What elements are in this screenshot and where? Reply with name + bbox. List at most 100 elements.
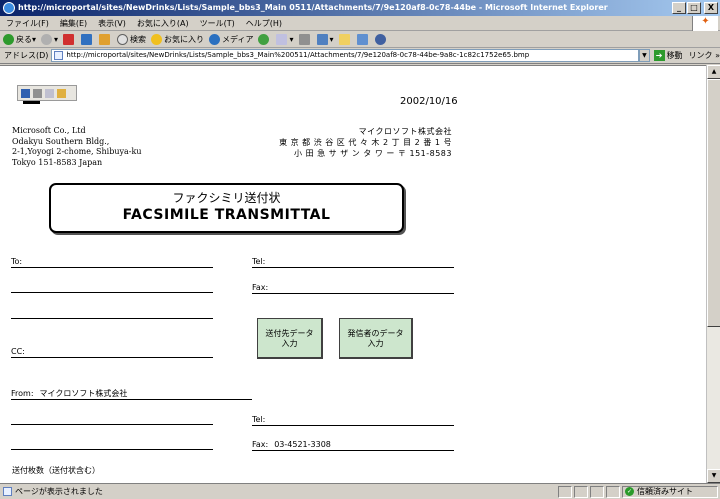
forward-button[interactable]: ▾ — [41, 33, 58, 45]
stop-button[interactable] — [63, 33, 76, 45]
security-zone[interactable]: ✓ 信頼済みサイト — [622, 485, 718, 498]
mail-icon[interactable] — [45, 88, 54, 98]
windows-logo-icon: ✦ — [692, 16, 718, 31]
media-label: メディア — [222, 34, 254, 44]
addr-en-line: Odakyu Southern Bldg., — [12, 136, 110, 146]
status-message: ページが表示されました — [3, 486, 558, 497]
go-button[interactable]: ➔ 移動 — [653, 50, 683, 61]
stop-icon — [63, 33, 75, 45]
from-field-line-3[interactable] — [11, 440, 213, 450]
to-label: To: — [11, 257, 23, 266]
sender-data-button[interactable]: 発信者のデータ 入力 — [339, 318, 413, 359]
edit-button[interactable]: ▾ — [316, 33, 334, 45]
messenger-icon — [356, 33, 368, 45]
maximize-button[interactable]: □ — [687, 2, 701, 14]
back-arrow-icon — [3, 33, 14, 45]
messenger-button[interactable] — [356, 33, 370, 45]
go-label: 移動 — [666, 51, 683, 60]
menu-favorites[interactable]: お気に入り(A) — [137, 18, 189, 29]
page-content: 2002/10/16 Microsoft Co., Ltd Odakyu Sou… — [0, 65, 706, 483]
address-input[interactable]: http://microportal/sites/NewDrinks/Lists… — [51, 49, 640, 62]
from-tel-field[interactable]: Tel: — [252, 415, 454, 426]
addr-en-line: 2-1,Yoyogi 2-chome, Shibuya-ku — [12, 147, 142, 156]
address-label: アドレス(D) — [4, 51, 49, 60]
refresh-icon — [81, 33, 93, 45]
minimize-button[interactable]: _ — [672, 2, 686, 14]
menu-help[interactable]: ヘルプ(H) — [246, 18, 282, 29]
go-arrow-icon: ➔ — [653, 50, 665, 61]
from-field[interactable]: From: マイクロソフト株式会社 — [11, 389, 252, 400]
print-icon — [298, 33, 310, 45]
sender-address-en: Microsoft Co., Ltd Odakyu Southern Bldg.… — [12, 126, 142, 168]
status-cell — [574, 485, 588, 498]
to-field-line-3[interactable] — [11, 309, 213, 319]
to-field[interactable]: To: — [11, 257, 213, 268]
edit-icon — [316, 33, 328, 45]
image-toolbar — [17, 85, 77, 101]
media-icon — [209, 33, 221, 45]
folder-icon[interactable] — [57, 88, 66, 98]
folder-icon — [338, 33, 350, 45]
from-tel-label: Tel: — [252, 415, 266, 424]
addr-en-line: Tokyo 151-8583 Japan — [12, 157, 103, 167]
recipient-data-button[interactable]: 送付先データ 入力 — [257, 318, 323, 359]
tel-label: Tel: — [252, 257, 266, 266]
menu-file[interactable]: ファイル(F) — [6, 18, 49, 29]
ie-icon — [3, 2, 15, 14]
fax-title-en: FACSIMILE TRANSMITTAL — [122, 207, 331, 223]
page-icon — [3, 487, 12, 496]
window-controls: _ □ X — [672, 2, 718, 14]
from-field-line-2[interactable] — [11, 415, 213, 425]
menu-tools[interactable]: ツール(T) — [200, 18, 235, 29]
research-icon — [374, 33, 386, 45]
media-button[interactable]: メディア — [209, 33, 254, 45]
close-button[interactable]: X — [704, 2, 718, 14]
window-titlebar: http://microportal/sites/NewDrinks/Lists… — [0, 0, 720, 16]
zone-label: 信頼済みサイト — [637, 487, 693, 496]
history-button[interactable] — [258, 33, 271, 45]
window-title: http://microportal/sites/NewDrinks/Lists… — [18, 3, 608, 12]
folder-button[interactable] — [338, 33, 352, 45]
pages-label: 送付枚数（送付状含む） — [12, 466, 100, 475]
home-button[interactable] — [99, 33, 112, 45]
refresh-button[interactable] — [81, 33, 94, 45]
history-icon — [258, 33, 270, 45]
print-button[interactable] — [298, 33, 312, 45]
search-button[interactable]: 検索 — [117, 33, 147, 45]
search-icon — [117, 33, 129, 45]
research-button[interactable] — [374, 33, 388, 45]
scroll-thumb[interactable] — [707, 79, 720, 327]
address-dropdown-button[interactable]: ▼ — [639, 49, 650, 62]
save-icon[interactable] — [21, 88, 30, 98]
menu-edit[interactable]: 編集(E) — [60, 18, 87, 29]
menubar: ファイル(F) 編集(E) 表示(V) お気に入り(A) ツール(T) ヘルプ(… — [0, 16, 720, 31]
search-label: 検索 — [130, 34, 147, 44]
print-icon[interactable] — [33, 88, 42, 98]
favorites-label: お気に入り — [164, 34, 205, 44]
status-cell — [590, 485, 604, 498]
trusted-check-icon: ✓ — [625, 487, 634, 496]
toolbar: 戻る ▾ ▾ 検索 お気に入り メディア ▾ ▾ — [0, 31, 720, 48]
fax-date: 2002/10/16 — [400, 96, 458, 107]
vertical-scrollbar[interactable]: ▲ ▼ — [706, 65, 720, 483]
menu-view[interactable]: 表示(V) — [98, 18, 126, 29]
sender-address-jp: マイクロソフト株式会社 東 京 都 渋 谷 区 代 々 木 2 丁 目 2 番 … — [270, 126, 452, 159]
links-button[interactable]: リンク » — [689, 50, 720, 61]
tel-field[interactable]: Tel: — [252, 257, 454, 268]
favorites-button[interactable]: お気に入り — [151, 33, 205, 45]
scroll-up-button[interactable]: ▲ — [707, 65, 720, 79]
star-icon — [151, 33, 163, 45]
to-field-line-2[interactable] — [11, 283, 213, 293]
image-toolbar-indicator — [23, 101, 40, 104]
from-fax-field[interactable]: Fax: 03-4521-3308 — [252, 440, 454, 451]
mail-button[interactable]: ▾ — [276, 33, 294, 45]
cc-field[interactable]: CC: — [11, 347, 213, 358]
fax-field[interactable]: Fax: — [252, 283, 454, 294]
addr-en-line: Microsoft Co., Ltd — [12, 126, 86, 135]
scroll-down-button[interactable]: ▼ — [707, 469, 720, 483]
status-cell — [606, 485, 620, 498]
back-button[interactable]: 戻る ▾ — [3, 33, 36, 45]
forward-arrow-icon — [41, 33, 53, 45]
from-fax-label: Fax: — [252, 440, 269, 449]
addr-jp-line: マイクロソフト株式会社 — [358, 127, 452, 136]
